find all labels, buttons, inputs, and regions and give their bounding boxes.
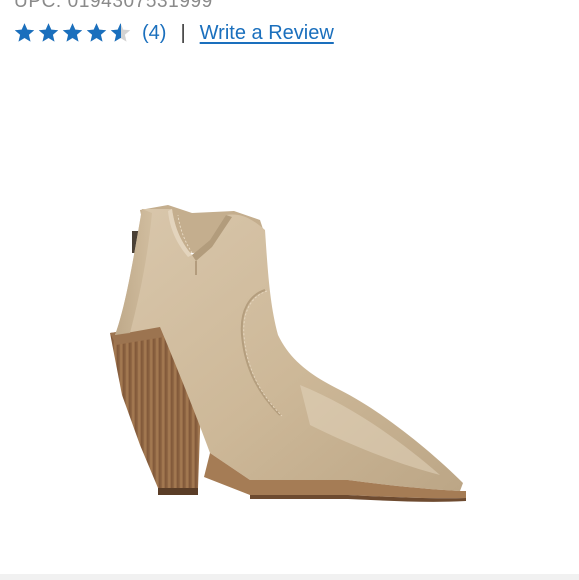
product-upc: UPC: 0194307531999 bbox=[14, 0, 213, 12]
separator: | bbox=[180, 21, 186, 44]
rating-row: (4) | Write a Review bbox=[13, 19, 334, 47]
image-bottom-border bbox=[0, 574, 579, 580]
review-count-link[interactable]: (4) bbox=[142, 22, 166, 45]
star-icon bbox=[13, 22, 36, 44]
product-detail-page: UPC: 0194307531999 (4) | Write a Review bbox=[0, 0, 579, 580]
star-icon bbox=[85, 22, 108, 44]
star-rating[interactable] bbox=[13, 22, 133, 44]
star-icon bbox=[109, 22, 132, 44]
star-icon bbox=[61, 22, 84, 44]
star-icon bbox=[37, 22, 60, 44]
ankle-boot-image[interactable] bbox=[100, 195, 480, 520]
write-review-link[interactable]: Write a Review bbox=[200, 22, 334, 45]
